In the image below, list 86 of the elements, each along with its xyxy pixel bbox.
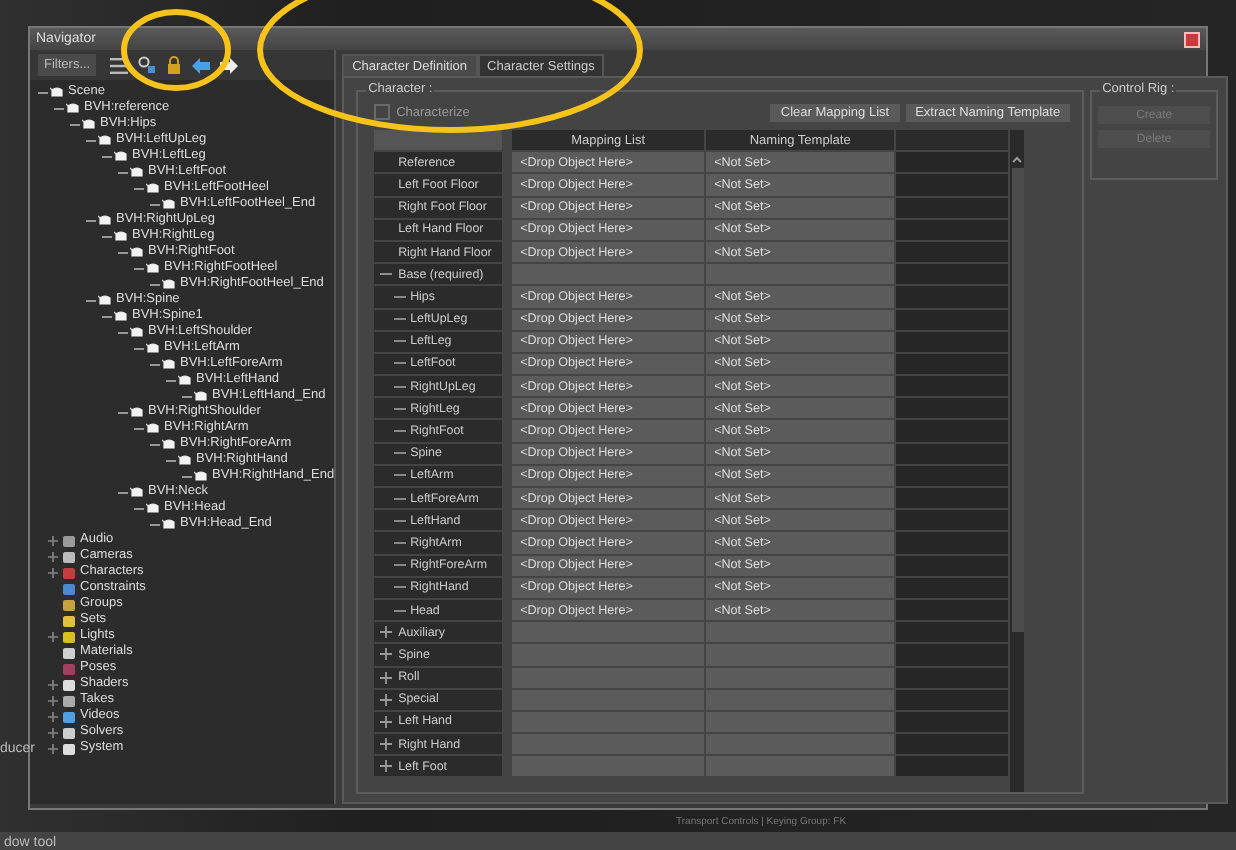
table-cell	[896, 667, 1009, 688]
table-cell	[896, 599, 1009, 621]
table-cell	[896, 622, 1009, 643]
table-cell	[896, 577, 1009, 598]
expand-icon[interactable]	[48, 551, 58, 561]
table-cell	[896, 241, 1009, 263]
header-cell	[374, 130, 503, 151]
table-cell	[896, 756, 1009, 777]
table-cell	[896, 197, 1009, 218]
table-cell	[896, 353, 1009, 375]
expand-icon[interactable]	[48, 567, 58, 577]
checkbox[interactable]	[374, 104, 391, 120]
table-cell	[896, 532, 1009, 554]
highlight-ellipse	[121, 9, 231, 91]
node-icon	[130, 326, 144, 338]
node-icon	[130, 486, 144, 498]
node-icon	[162, 358, 176, 370]
header-cell	[896, 130, 1009, 151]
table-cell	[896, 376, 1009, 397]
node-icon	[114, 150, 128, 162]
node-icon	[130, 166, 144, 178]
node-icon	[162, 278, 176, 290]
node-icon	[98, 214, 112, 226]
list-icon[interactable]	[110, 57, 129, 73]
node-icon	[130, 406, 144, 418]
node-icon	[162, 518, 176, 530]
node-icon	[178, 374, 192, 386]
scroll-up-icon[interactable]	[1010, 154, 1025, 166]
table-cell	[896, 510, 1009, 531]
expand-icon[interactable]	[48, 679, 58, 689]
table-cell	[896, 488, 1009, 509]
table-cell	[896, 644, 1009, 665]
table-cell	[896, 286, 1009, 307]
table-cell	[896, 152, 1009, 173]
table-cell	[896, 555, 1009, 576]
node-icon	[50, 86, 64, 98]
node-icon	[98, 294, 112, 306]
expand-icon[interactable]	[48, 727, 58, 737]
left-arrow-icon[interactable]	[192, 57, 211, 73]
expand-icon[interactable]	[48, 743, 58, 753]
scroll-thumb[interactable]	[1011, 168, 1024, 632]
expand-icon[interactable]	[380, 738, 393, 751]
node-icon	[114, 230, 128, 242]
close-button[interactable]	[1184, 31, 1200, 47]
expand-icon[interactable]	[380, 693, 393, 706]
table-cell	[896, 398, 1009, 419]
expand-icon[interactable]	[380, 760, 393, 773]
node-icon	[146, 182, 160, 194]
table-cell	[896, 174, 1009, 196]
table-cell	[896, 420, 1009, 442]
node-icon	[178, 454, 192, 466]
node-icon	[146, 422, 160, 434]
link-icon[interactable]	[138, 56, 157, 74]
table-cell	[896, 465, 1009, 486]
table-cell	[896, 711, 1009, 733]
expand-icon[interactable]	[48, 711, 58, 721]
expand-icon[interactable]	[48, 535, 58, 545]
table-cell	[896, 331, 1009, 352]
right-arrow-icon[interactable]	[220, 57, 239, 73]
expand-icon[interactable]	[380, 671, 393, 684]
expand-icon[interactable]	[48, 695, 58, 705]
node-icon	[146, 262, 160, 274]
scrollbar[interactable]	[1010, 130, 1025, 792]
node-icon	[82, 118, 96, 130]
node-icon	[194, 470, 208, 482]
table-cell	[896, 219, 1009, 240]
table-cell	[896, 309, 1009, 330]
table-cell	[896, 734, 1009, 755]
expand-icon[interactable]	[380, 715, 393, 728]
node-icon	[98, 134, 112, 146]
table-cell	[896, 689, 1009, 710]
node-icon	[162, 198, 176, 210]
collapse-icon[interactable]	[380, 268, 393, 281]
node-icon	[194, 390, 208, 402]
expand-icon[interactable]	[48, 631, 58, 641]
node-icon	[130, 246, 144, 258]
node-icon	[162, 438, 176, 450]
table-cell	[896, 264, 1009, 285]
node-icon	[114, 310, 128, 322]
expand-icon[interactable]	[380, 648, 393, 661]
node-icon	[146, 342, 160, 354]
table-cell	[896, 443, 1009, 464]
node-icon	[66, 102, 80, 114]
lock-icon[interactable]	[166, 56, 183, 74]
node-icon	[146, 502, 160, 514]
expand-icon[interactable]	[380, 626, 393, 639]
